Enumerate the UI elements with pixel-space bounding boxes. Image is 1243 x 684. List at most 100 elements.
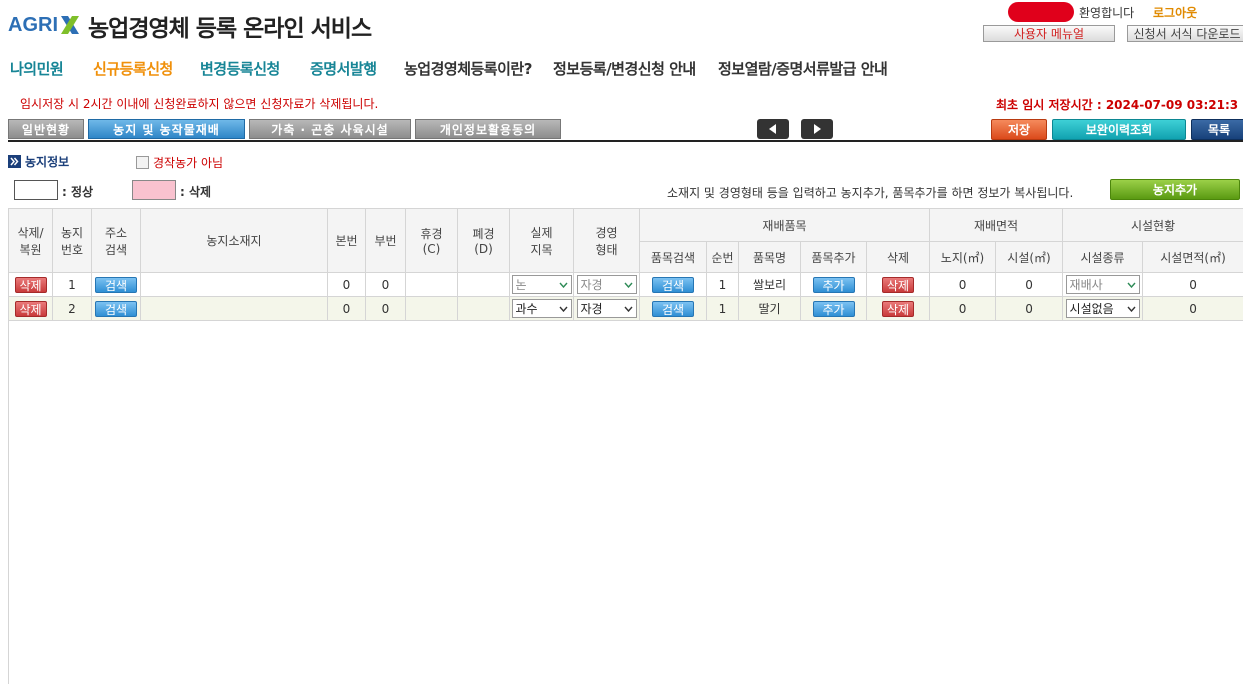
open-area[interactable]: 0 — [929, 296, 997, 321]
main-no: 0 — [327, 272, 366, 297]
th-crop-search: 품목검색 — [639, 241, 707, 273]
revision-history-button[interactable]: 보완이력조회 — [1052, 119, 1186, 140]
chevron-down-icon — [558, 282, 568, 288]
address-search-button[interactable]: 검색 — [95, 276, 137, 293]
nav-my-requests[interactable]: 나의민원 — [10, 58, 64, 79]
not-farmer-label: 경작농가 아님 — [153, 156, 224, 170]
crop-seq: 1 — [706, 272, 739, 297]
chevron-down-icon — [1127, 306, 1136, 312]
content-left-border — [8, 320, 9, 684]
farm-no: 2 — [52, 296, 92, 321]
tab-livestock[interactable]: 가축 · 곤충 사육시설 — [249, 119, 411, 139]
save-button[interactable]: 저장 — [991, 119, 1047, 140]
th-crop-add: 품목추가 — [800, 241, 867, 273]
th-sub-no: 부번 — [365, 208, 406, 273]
facility-type-select[interactable]: 재배사 — [1065, 275, 1140, 294]
not-farmer-checkbox-wrap[interactable]: 경작농가 아님 — [136, 154, 223, 171]
mgmt-type-select[interactable]: 자경 — [576, 275, 637, 294]
table-row: 삭제 1 검색 0 0 논 자경 검색 1 쌀보리 추가 삭제 0 0 재배사 … — [8, 272, 1243, 297]
nav-register-guide[interactable]: 정보등록/변경신청 안내 — [553, 58, 696, 79]
sub-no: 0 — [365, 296, 406, 321]
tab-privacy-consent[interactable]: 개인정보활용동의 — [415, 119, 561, 139]
th-facility-type: 시설종류 — [1062, 241, 1144, 273]
legend-normal-swatch — [14, 180, 58, 200]
list-button[interactable]: 목록 — [1191, 119, 1243, 140]
th-crop-delete: 삭제 — [865, 241, 931, 273]
th-facility-area-cult: 시설(㎡) — [995, 241, 1064, 273]
sub-no: 0 — [365, 272, 406, 297]
crop-search-button[interactable]: 검색 — [652, 300, 694, 317]
abandon — [457, 272, 510, 297]
land-category-select[interactable]: 과수 — [511, 299, 572, 318]
arrow-left-icon — [769, 124, 776, 134]
agrix-logo[interactable]: AGRI — [8, 10, 81, 40]
crop-delete-button[interactable]: 삭제 — [882, 276, 914, 293]
crop-add-button[interactable]: 추가 — [812, 300, 855, 317]
address-search-button[interactable]: 검색 — [95, 300, 137, 317]
main-no: 0 — [327, 296, 366, 321]
chevron-down-icon — [558, 306, 568, 312]
legend-delete-swatch — [132, 180, 176, 200]
first-save-time: 최초 임시 저장시간 : 2024-07-09 03:21:3 — [996, 98, 1239, 112]
th-crop-group: 재배품목 — [638, 208, 931, 242]
th-location: 농지소재지 — [140, 208, 328, 273]
row-delete-button[interactable]: 삭제 — [14, 276, 47, 293]
crop-seq: 1 — [706, 296, 739, 321]
fallow — [405, 296, 458, 321]
legend-normal-label: : 정상 — [62, 185, 94, 199]
th-main-no: 본번 — [327, 208, 366, 273]
next-button[interactable] — [801, 119, 833, 139]
th-crop-name: 품목명 — [738, 241, 801, 273]
farmland-table: 삭제/ 복원 농지 번호 주소 검색 농지소재지 본번 부번 휴경 (C) 폐경… — [8, 208, 1243, 321]
legend-delete-label: : 삭제 — [180, 185, 212, 199]
copy-hint: 소재지 및 경영형태 등을 입력하고 농지추가, 품목추가를 하면 정보가 복사… — [667, 186, 1074, 200]
th-farm-no: 농지 번호 — [52, 208, 92, 273]
logo-x-icon — [61, 16, 79, 34]
not-farmer-checkbox[interactable] — [136, 156, 149, 169]
facility-type-select[interactable]: 시설없음 — [1065, 299, 1140, 318]
tab-farmland-crops[interactable]: 농지 및 농작물재배 — [88, 119, 245, 139]
site-title: 농업경영체 등록 온라인 서비스 — [88, 16, 372, 42]
nav-view-guide[interactable]: 정보열람/증명서류발급 안내 — [718, 58, 888, 79]
th-abandon: 폐경 (D) — [457, 208, 510, 273]
nav-change-registration[interactable]: 변경등록신청 — [200, 58, 280, 79]
welcome-text: 환영합니다 — [1079, 6, 1135, 20]
th-seq: 순번 — [706, 241, 739, 273]
th-delete-restore: 삭제/ 복원 — [8, 208, 53, 273]
nav-about[interactable]: 농업경영체등록이란? — [404, 58, 532, 79]
nav-certificate[interactable]: 증명서발행 — [310, 58, 377, 79]
section-title: 농지정보 — [8, 153, 69, 170]
crop-add-button[interactable]: 추가 — [812, 276, 855, 293]
farm-location[interactable] — [140, 272, 328, 297]
th-mgmt-type: 경영 형태 — [573, 208, 640, 273]
user-manual-button[interactable]: 사용자 메뉴얼 — [983, 25, 1115, 42]
double-chevron-icon — [8, 155, 21, 168]
chevron-down-icon — [623, 306, 633, 312]
th-area-group: 재배면적 — [929, 208, 1064, 242]
redacted-username — [1008, 2, 1074, 22]
prev-button[interactable] — [757, 119, 789, 139]
crop-search-button[interactable]: 검색 — [652, 276, 694, 293]
th-facility-area: 시설면적(㎡) — [1142, 241, 1243, 273]
arrow-right-icon — [814, 124, 821, 134]
farm-location[interactable] — [140, 296, 328, 321]
nav-new-registration[interactable]: 신규등록신청 — [93, 58, 173, 79]
mgmt-type-select[interactable]: 자경 — [576, 299, 637, 318]
row-delete-button[interactable]: 삭제 — [14, 300, 47, 317]
th-addr-search: 주소 검색 — [91, 208, 141, 273]
facility-area-cult[interactable]: 0 — [995, 272, 1064, 297]
abandon — [457, 296, 510, 321]
crop-delete-button[interactable]: 삭제 — [882, 300, 914, 317]
crop-name: 딸기 — [738, 296, 801, 321]
open-area[interactable]: 0 — [929, 272, 997, 297]
add-farmland-button[interactable]: 농지추가 — [1110, 179, 1240, 200]
land-category-select[interactable]: 논 — [511, 275, 572, 294]
facility-area-cult[interactable]: 0 — [995, 296, 1064, 321]
crop-name: 쌀보리 — [738, 272, 801, 297]
tab-general[interactable]: 일반현황 — [8, 119, 84, 139]
form-download-button[interactable]: 신청서 서식 다운로드 — [1127, 25, 1243, 42]
logout-link[interactable]: 로그아웃 — [1153, 4, 1197, 21]
facility-area[interactable]: 0 — [1142, 296, 1243, 321]
facility-area[interactable]: 0 — [1142, 272, 1243, 297]
th-land-category: 실제 지목 — [509, 208, 574, 273]
